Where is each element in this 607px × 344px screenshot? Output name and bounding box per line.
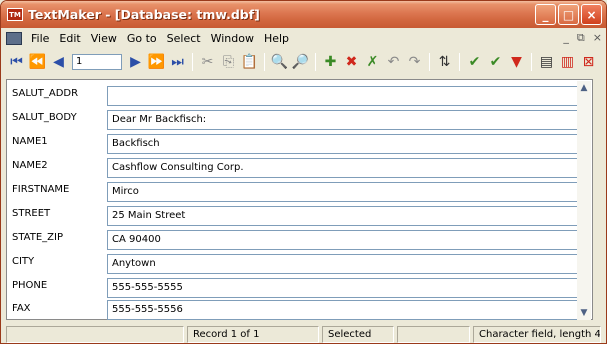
window-title: TextMaker - [Database: tmw.dbf] [28,7,260,22]
field-row: SALUT_BODY Dear Mr Backfisch: [7,107,592,130]
name1-field[interactable]: Backfisch [107,134,579,154]
sort-icon[interactable]: ⇅ [435,53,454,72]
field-row: FIRSTNAME Mirco [7,179,592,202]
app-window: TM TextMaker - [Database: tmw.dbf] _ □ ×… [0,0,607,344]
maximize-button[interactable]: □ [558,4,579,25]
field-row: PHONE 555-555-5555 [7,275,592,298]
field-row: NAME2 Cashflow Consulting Corp. [7,155,592,178]
toolbar-separator [531,53,532,71]
field-label: FAX [12,303,31,314]
first-record-icon[interactable]: ⏮ [7,53,26,72]
status-panel-empty-2 [397,326,470,343]
selected-status: Selected [322,326,394,343]
doc-close-button[interactable]: × [593,31,602,45]
state-zip-field[interactable]: CA 90400 [107,230,579,250]
record-form: SALUT_ADDR SALUT_BODY Dear Mr Backfisch:… [6,79,593,320]
field-label: PHONE [12,280,48,291]
salut-addr-field[interactable] [107,86,579,106]
record-status: Record 1 of 1 [187,326,319,343]
status-panel-empty [6,326,184,343]
salut-body-field[interactable]: Dear Mr Backfisch: [107,110,579,130]
field-row: SALUT_ADDR [7,83,592,106]
toolbar-separator [264,53,265,71]
exit-database-icon[interactable]: ⊠ [579,53,598,72]
name2-field[interactable]: Cashflow Consulting Corp. [107,158,579,178]
field-label: FIRSTNAME [12,184,70,195]
menu-edit[interactable]: Edit [54,32,85,45]
next-page-icon[interactable]: ⏩ [147,53,166,72]
toolbar: ⏮ ⏪ ◀ 1 ▶ ⏩ ⏭ ✂ ⎘ 📋 🔍 🔎 ✚ ✖ ✗ ↶ ↷ ⇅ ✔ ✔ … [1,49,606,75]
doc-minimize-button[interactable]: _ [563,31,569,45]
field-row: FAX 555-555-5556 [7,298,592,321]
menu-window[interactable]: Window [206,32,259,45]
record-number-input[interactable]: 1 [72,54,122,70]
undo-icon[interactable]: ↶ [384,53,403,72]
field-label: SALUT_ADDR [12,88,79,99]
next-record-icon[interactable]: ▶ [126,53,145,72]
status-bar: Record 1 of 1 Selected Character field, … [1,323,606,343]
field-info-status: Character field, length 40 [473,326,601,343]
menu-file[interactable]: File [26,32,54,45]
form-view-icon[interactable]: ▤ [537,53,556,72]
field-label: STATE_ZIP [12,232,64,243]
menu-goto[interactable]: Go to [122,32,162,45]
toolbar-separator [459,53,460,71]
menu-bar: File Edit View Go to Select Window Help … [1,29,606,48]
redo-icon[interactable]: ↷ [405,53,424,72]
close-button[interactable]: × [581,4,602,25]
previous-page-icon[interactable]: ⏪ [28,53,47,72]
add-record-icon[interactable]: ✚ [321,53,340,72]
copy-icon[interactable]: ⎘ [219,53,238,72]
field-row: STATE_ZIP CA 90400 [7,227,592,250]
vertical-scrollbar[interactable]: ▲ ▼ [577,81,591,320]
previous-record-icon[interactable]: ◀ [49,53,68,72]
field-label: NAME1 [12,136,48,147]
mark-delete-icon[interactable]: ✗ [363,53,382,72]
filter-icon[interactable]: ▼ [507,53,526,72]
field-label: CITY [12,256,35,267]
app-icon: TM [7,8,23,21]
find-next-icon[interactable]: 🔎 [291,53,310,72]
field-label: SALUT_BODY [12,112,77,123]
menu-view[interactable]: View [86,32,122,45]
field-label: NAME2 [12,160,48,171]
select-filter-icon[interactable]: ✔ [486,53,505,72]
field-label: STREET [12,208,51,219]
street-field[interactable]: 25 Main Street [107,206,579,226]
find-icon[interactable]: 🔍 [270,53,289,72]
field-row: CITY Anytown [7,251,592,274]
doc-restore-button[interactable]: ⧉ [577,31,585,45]
fax-field[interactable]: 555-555-5556 [107,300,579,320]
scroll-down-icon[interactable]: ▼ [577,306,591,320]
toolbar-separator [315,53,316,71]
delete-record-icon[interactable]: ✖ [342,53,361,72]
paste-icon[interactable]: 📋 [240,53,259,72]
toolbar-separator [192,53,193,71]
firstname-field[interactable]: Mirco [107,182,579,202]
document-icon[interactable] [6,32,22,45]
last-record-icon[interactable]: ⏭ [168,53,187,72]
city-field[interactable]: Anytown [107,254,579,274]
minimize-button[interactable]: _ [535,4,556,25]
toolbar-separator [429,53,430,71]
scroll-up-icon[interactable]: ▲ [577,81,591,95]
field-row: NAME1 Backfisch [7,131,592,154]
list-view-icon[interactable]: ▥ [558,53,577,72]
menu-select[interactable]: Select [162,32,206,45]
select-check-icon[interactable]: ✔ [465,53,484,72]
menu-help[interactable]: Help [259,32,294,45]
field-row: STREET 25 Main Street [7,203,592,226]
phone-field[interactable]: 555-555-5555 [107,278,579,298]
title-bar[interactable]: TM TextMaker - [Database: tmw.dbf] _ □ × [1,1,606,28]
cut-icon[interactable]: ✂ [198,53,217,72]
